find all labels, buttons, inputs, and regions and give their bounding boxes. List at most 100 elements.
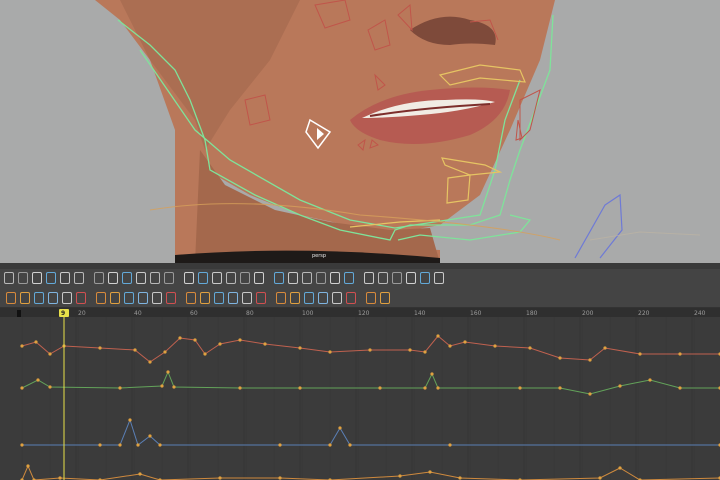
keyframe[interactable] — [160, 384, 164, 388]
keyframe[interactable] — [436, 334, 440, 338]
keyframe[interactable] — [278, 443, 282, 447]
keyframe[interactable] — [172, 385, 176, 389]
keyframe[interactable] — [398, 474, 402, 478]
keyframe[interactable] — [378, 386, 382, 390]
lattice-icon[interactable] — [32, 272, 42, 284]
keyframe[interactable] — [678, 386, 682, 390]
post-infinity-icon[interactable] — [406, 272, 416, 284]
isolate-curve-icon[interactable] — [318, 292, 328, 304]
snapshot-icon[interactable] — [138, 292, 148, 304]
keyframe[interactable] — [598, 476, 602, 480]
filter-icon[interactable] — [256, 292, 266, 304]
keyframe[interactable] — [528, 346, 532, 350]
keyframe[interactable] — [98, 346, 102, 350]
normalize-icon[interactable] — [344, 272, 354, 284]
tangent-spline-icon[interactable] — [74, 272, 84, 284]
key-reducer-icon[interactable] — [76, 292, 86, 304]
stacked-view-icon[interactable] — [378, 272, 388, 284]
keyframe[interactable] — [588, 392, 592, 396]
keyframe[interactable] — [218, 342, 222, 346]
move-tool-icon[interactable] — [290, 292, 300, 304]
smooth-icon[interactable] — [48, 292, 58, 304]
normalize-curve-icon[interactable] — [332, 292, 342, 304]
denormalize-icon[interactable] — [364, 272, 374, 284]
cycle-icon[interactable] — [420, 272, 430, 284]
tangent-stepped-icon[interactable] — [122, 272, 132, 284]
keyframe[interactable] — [163, 350, 167, 354]
keyframe[interactable] — [436, 386, 440, 390]
keyframe[interactable] — [298, 386, 302, 390]
trax-icon[interactable] — [200, 292, 210, 304]
motion-trail-icon[interactable] — [228, 292, 238, 304]
keyframe[interactable] — [20, 386, 24, 390]
keyframe[interactable] — [148, 434, 152, 438]
keyframe[interactable] — [618, 466, 622, 470]
keyframe[interactable] — [348, 443, 352, 447]
keyframe[interactable] — [118, 386, 122, 390]
keyframe[interactable] — [20, 344, 24, 348]
keyframe[interactable] — [588, 358, 592, 362]
keyframe[interactable] — [58, 476, 62, 480]
camera-icon[interactable] — [166, 292, 176, 304]
keyframe[interactable] — [178, 336, 182, 340]
keyframe[interactable] — [238, 338, 242, 342]
keyframe[interactable] — [448, 344, 452, 348]
break-tangent-icon[interactable] — [164, 272, 174, 284]
keyframe[interactable] — [518, 386, 522, 390]
keyframe[interactable] — [298, 346, 302, 350]
keyframe[interactable] — [328, 443, 332, 447]
keyframe[interactable] — [48, 385, 52, 389]
frame-all-icon[interactable] — [240, 272, 250, 284]
lock-weight-icon[interactable] — [212, 272, 222, 284]
dopesheet-icon[interactable] — [186, 292, 196, 304]
keyframe[interactable] — [430, 372, 434, 376]
keyframe[interactable] — [26, 464, 30, 468]
keyframe[interactable] — [166, 370, 170, 374]
unify-tangent-icon[interactable] — [184, 272, 194, 284]
keyframe[interactable] — [136, 443, 140, 447]
key-ticks-icon[interactable] — [288, 272, 298, 284]
auto-frame-icon[interactable] — [226, 272, 236, 284]
snap-icon[interactable] — [330, 272, 340, 284]
keyframe[interactable] — [328, 350, 332, 354]
range-start-marker[interactable] — [17, 310, 21, 317]
keyframe[interactable] — [263, 342, 267, 346]
tangent-clamped-icon[interactable] — [108, 272, 118, 284]
keyframe[interactable] — [368, 348, 372, 352]
curve-translate-z[interactable] — [22, 418, 720, 446]
curve-rotate-x[interactable] — [21, 464, 720, 480]
tangent-flat-icon[interactable] — [136, 272, 146, 284]
scale-keys-icon[interactable] — [304, 292, 314, 304]
move-key-icon[interactable] — [4, 272, 14, 284]
keyframe[interactable] — [118, 443, 122, 447]
keyframe[interactable] — [338, 426, 342, 430]
resample-icon[interactable] — [20, 292, 30, 304]
3d-viewport[interactable]: persp — [0, 0, 720, 263]
color-curve-icon[interactable] — [366, 292, 376, 304]
view-options-icon[interactable] — [380, 292, 390, 304]
pre-infinity-icon[interactable] — [392, 272, 402, 284]
keyframe[interactable] — [618, 384, 622, 388]
keyframe[interactable] — [558, 386, 562, 390]
select-keys-icon[interactable] — [276, 292, 286, 304]
keyframe[interactable] — [203, 352, 207, 356]
peak-removal-icon[interactable] — [96, 292, 106, 304]
keyframe[interactable] — [138, 472, 142, 476]
keyframe[interactable] — [648, 378, 652, 382]
keyframe[interactable] — [98, 443, 102, 447]
buffer-curve-icon[interactable] — [60, 272, 70, 284]
keyframe[interactable] — [34, 340, 38, 344]
keyframe[interactable] — [218, 476, 222, 480]
ghost-icon[interactable] — [214, 292, 224, 304]
tangent-plateau-icon[interactable] — [150, 272, 160, 284]
keyframe[interactable] — [193, 338, 197, 342]
keyframe[interactable] — [20, 443, 24, 447]
keyframe[interactable] — [423, 350, 427, 354]
keyframe[interactable] — [408, 348, 412, 352]
pin-icon[interactable] — [346, 292, 356, 304]
graph-editor[interactable]: 20 40 60 80 100 120 140 160 180 200 220 240 9 — [0, 308, 720, 480]
keyframe[interactable] — [238, 386, 242, 390]
keyframe[interactable] — [158, 443, 162, 447]
rig-control-head-blue[interactable] — [574, 193, 623, 259]
offset-icon[interactable] — [434, 272, 444, 284]
